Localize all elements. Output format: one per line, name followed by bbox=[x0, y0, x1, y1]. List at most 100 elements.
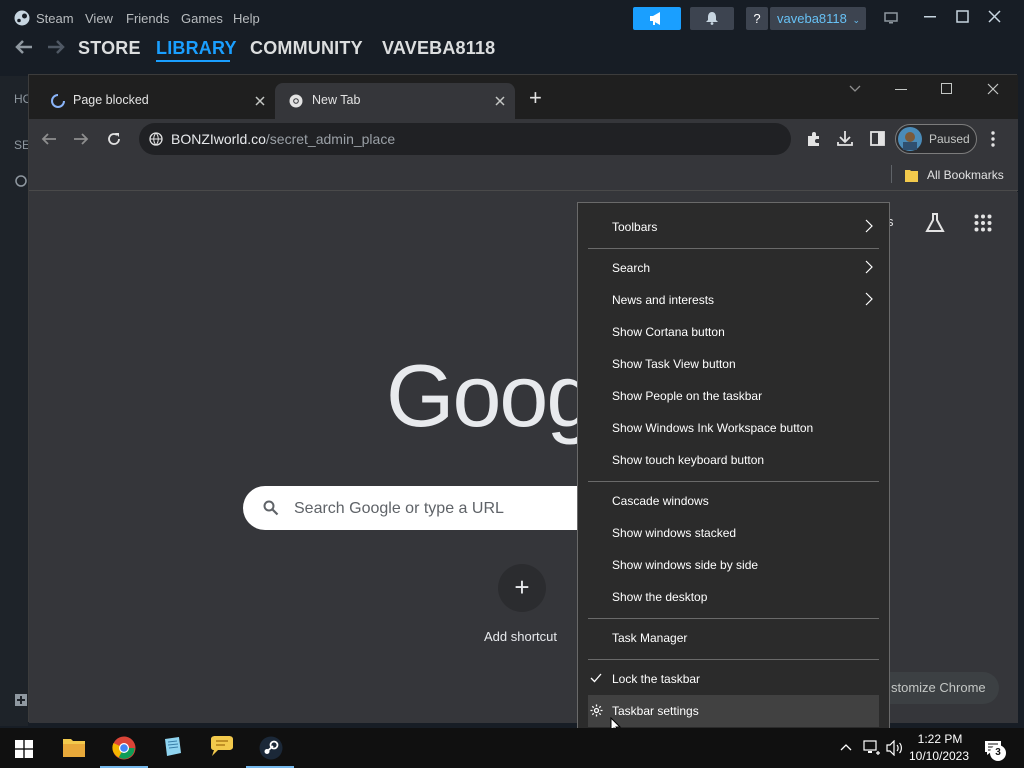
menu-item-cascade-windows[interactable]: Cascade windows bbox=[588, 485, 879, 517]
add-shortcut-label[interactable]: Add shortcut bbox=[484, 629, 557, 644]
tab-page-blocked[interactable]: Page blocked bbox=[39, 83, 275, 119]
chrome-favicon-icon bbox=[289, 94, 303, 108]
steam-library-sidebar: HO SE bbox=[0, 76, 32, 726]
steam-logo-icon bbox=[14, 10, 30, 26]
steam-icon[interactable] bbox=[259, 736, 283, 760]
chat-icon[interactable] bbox=[209, 736, 233, 758]
menu-item-show-cortana[interactable]: Show Cortana button bbox=[588, 316, 879, 348]
menu-item-label: Show People on the taskbar bbox=[612, 389, 763, 403]
steam-menu-help[interactable]: Help bbox=[233, 11, 260, 26]
menu-item-show-ink-workspace[interactable]: Show Windows Ink Workspace button bbox=[588, 412, 879, 444]
menu-item-label: Show Task View button bbox=[612, 357, 736, 371]
site-info-icon[interactable] bbox=[149, 132, 163, 146]
menu-item-toolbars[interactable]: Toolbars bbox=[588, 211, 879, 243]
menu-item-news-and-interests[interactable]: News and interests bbox=[588, 284, 879, 316]
menu-item-show-task-view[interactable]: Show Task View button bbox=[588, 348, 879, 380]
labs-flask-icon[interactable] bbox=[924, 212, 946, 234]
notification-badge: 3 bbox=[990, 745, 1006, 761]
steam-menu-friends[interactable]: Friends bbox=[126, 11, 169, 26]
downloads-icon[interactable] bbox=[837, 130, 853, 147]
add-shortcut-button[interactable]: + bbox=[498, 564, 546, 612]
clock-time[interactable]: 1:22 PM bbox=[912, 732, 968, 746]
profile-button[interactable]: Paused bbox=[895, 124, 977, 154]
notepad-icon[interactable] bbox=[161, 736, 183, 758]
reload-icon[interactable] bbox=[106, 131, 122, 147]
menu-item-label: Show the desktop bbox=[612, 590, 708, 604]
chrome-maximize-icon[interactable] bbox=[941, 83, 952, 94]
steam-back-icon[interactable] bbox=[14, 39, 34, 55]
tab-strip: Page blocked New Tab + bbox=[29, 75, 1018, 119]
chevron-down-icon: ⌄ bbox=[852, 15, 861, 25]
clock-date[interactable]: 10/10/2023 bbox=[906, 749, 972, 763]
steam-menu-games[interactable]: Games bbox=[181, 11, 223, 26]
menu-item-lock-taskbar[interactable]: Lock the taskbar bbox=[588, 663, 879, 695]
menu-item-show-desktop[interactable]: Show the desktop bbox=[588, 581, 879, 613]
nav-store[interactable]: STORE bbox=[78, 38, 141, 59]
show-hidden-icons-icon[interactable] bbox=[840, 743, 852, 751]
checkmark-icon bbox=[590, 673, 602, 683]
back-icon[interactable] bbox=[41, 132, 57, 146]
account-menu-button[interactable]: vaveba8118 ⌄ bbox=[770, 7, 866, 30]
nav-profile[interactable]: VAVEBA8118 bbox=[382, 38, 495, 59]
steam-close-icon[interactable] bbox=[988, 10, 1001, 23]
tab-title: Page blocked bbox=[73, 93, 149, 107]
folder-icon bbox=[905, 170, 918, 182]
side-panel-icon[interactable] bbox=[870, 131, 885, 146]
menu-item-label: Show windows stacked bbox=[612, 526, 737, 540]
volume-icon[interactable] bbox=[886, 740, 904, 756]
bookmarks-divider bbox=[891, 165, 892, 183]
big-picture-icon[interactable] bbox=[884, 12, 898, 24]
steam-menu-view[interactable]: View bbox=[85, 11, 113, 26]
nav-library[interactable]: LIBRARY bbox=[156, 38, 237, 59]
announcements-button[interactable] bbox=[633, 7, 681, 30]
profile-status: Paused bbox=[929, 132, 970, 146]
menu-item-task-manager[interactable]: Task Manager bbox=[588, 622, 879, 654]
library-underline bbox=[156, 60, 230, 62]
menu-item-show-windows-side-by-side[interactable]: Show windows side by side bbox=[588, 549, 879, 581]
menu-separator bbox=[588, 659, 879, 660]
chrome-close-icon[interactable] bbox=[987, 83, 999, 95]
tab-close-icon[interactable] bbox=[255, 96, 265, 106]
notifications-button[interactable] bbox=[690, 7, 734, 30]
google-apps-icon[interactable] bbox=[974, 214, 992, 232]
steam-maximize-icon[interactable] bbox=[956, 10, 969, 23]
menu-item-search[interactable]: Search bbox=[588, 252, 879, 284]
menu-item-label: Task Manager bbox=[612, 631, 688, 645]
menu-item-label: Search bbox=[612, 261, 651, 275]
extensions-icon[interactable] bbox=[806, 131, 822, 147]
steam-menu-steam[interactable]: Steam bbox=[36, 11, 74, 26]
chevron-right-icon bbox=[865, 219, 873, 233]
nav-community[interactable]: COMMUNITY bbox=[250, 38, 363, 59]
forward-icon[interactable] bbox=[73, 132, 89, 146]
address-bar[interactable]: BONZIworld.co/secret_admin_place bbox=[139, 123, 791, 155]
sidebar-search-icon[interactable] bbox=[14, 174, 28, 188]
file-explorer-icon[interactable] bbox=[63, 737, 85, 757]
url-path: /secret_admin_place bbox=[265, 131, 396, 147]
chrome-minimize-icon[interactable] bbox=[895, 89, 907, 91]
search-placeholder: Search Google or type a URL bbox=[294, 500, 504, 517]
help-button[interactable]: ? bbox=[746, 7, 768, 30]
new-tab-button[interactable]: + bbox=[529, 85, 542, 111]
start-icon[interactable] bbox=[15, 740, 33, 758]
tab-new-tab[interactable]: New Tab bbox=[275, 83, 515, 119]
menu-item-taskbar-settings[interactable]: Taskbar settings bbox=[588, 695, 879, 727]
menu-item-show-windows-stacked[interactable]: Show windows stacked bbox=[588, 517, 879, 549]
taskbar: 1:22 PM 10/10/2023 3 bbox=[0, 728, 1024, 768]
network-icon[interactable] bbox=[863, 740, 881, 756]
chrome-icon[interactable] bbox=[112, 736, 136, 760]
tab-close-icon[interactable] bbox=[495, 96, 505, 106]
steam-forward-icon[interactable] bbox=[46, 39, 66, 55]
steam-menubar: Steam View Friends Games Help ? vaveba81… bbox=[0, 0, 1024, 36]
menu-item-show-people[interactable]: Show People on the taskbar bbox=[588, 380, 879, 412]
more-menu-icon[interactable] bbox=[991, 131, 995, 147]
tab-search-icon[interactable] bbox=[849, 85, 861, 93]
add-game-icon[interactable] bbox=[14, 693, 28, 707]
steam-minimize-icon[interactable] bbox=[924, 16, 936, 18]
bell-icon bbox=[706, 12, 718, 25]
chevron-right-icon bbox=[865, 292, 873, 306]
all-bookmarks-button[interactable]: All Bookmarks bbox=[903, 163, 1013, 187]
avatar bbox=[898, 127, 922, 151]
megaphone-icon bbox=[650, 12, 660, 25]
menu-item-show-touch-keyboard[interactable]: Show touch keyboard button bbox=[588, 444, 879, 476]
menu-separator bbox=[588, 481, 879, 482]
